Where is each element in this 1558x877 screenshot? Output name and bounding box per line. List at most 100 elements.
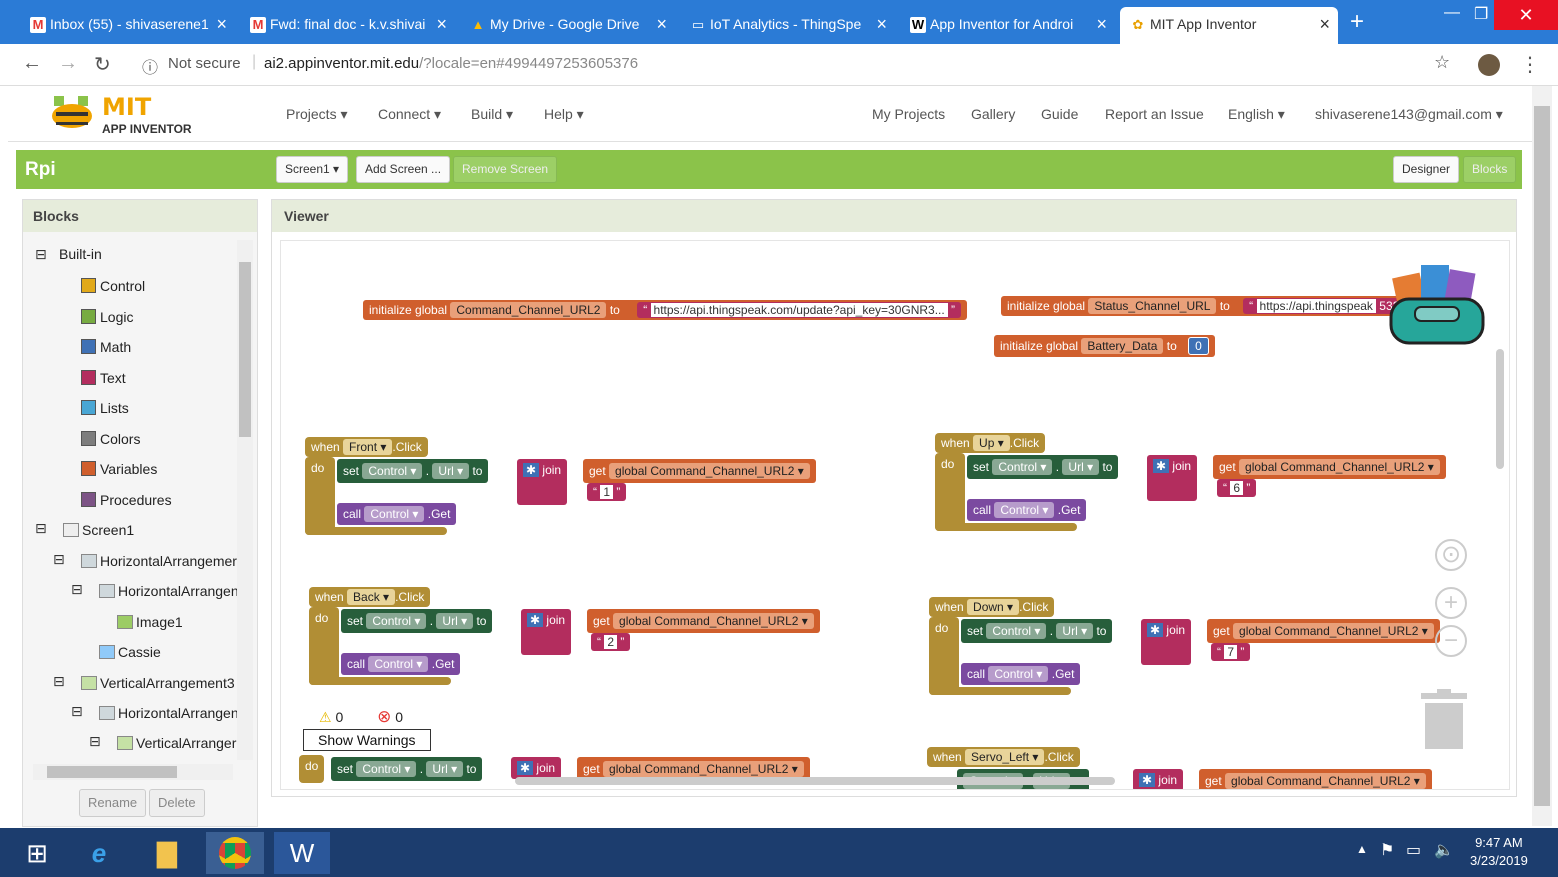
call-get-block[interactable]: call Control ▾ .Get xyxy=(967,499,1087,521)
set-url-block[interactable]: set Control ▾ . Url ▾ to xyxy=(331,757,483,781)
component-vertical3[interactable]: VerticalArrangement3 xyxy=(81,675,235,691)
my-projects-link[interactable]: My Projects xyxy=(872,106,945,122)
gear-icon[interactable]: ✱ xyxy=(1139,773,1156,787)
init-global-battery-block[interactable]: initialize global Battery_Data to 0 xyxy=(994,335,1215,357)
call-get-block[interactable]: call Control ▾ .Get xyxy=(337,503,457,525)
workspace-hscrollbar[interactable] xyxy=(515,777,1115,785)
control-dropdown[interactable]: Control ▾ xyxy=(366,613,427,629)
get-global-block[interactable]: get global Command_Channel_URL2 ▾ xyxy=(583,459,816,483)
bookmark-star-icon[interactable]: ☆ xyxy=(1434,52,1450,73)
collapse-icon[interactable]: ⊟ xyxy=(71,581,83,598)
menu-build[interactable]: Build ▾ xyxy=(471,106,513,123)
when-up-click-block[interactable]: when Up ▾ .Click do set Control ▾ . Url ▾ t… xyxy=(935,433,1446,531)
tab-fwd[interactable]: M Fwd: final doc - k.v.shivai × xyxy=(240,7,455,44)
control-dropdown[interactable]: Control ▾ xyxy=(988,666,1049,682)
category-variables[interactable]: Variables xyxy=(81,461,157,477)
reload-icon[interactable]: ↻ xyxy=(94,52,111,77)
file-explorer-icon[interactable]: ▇ xyxy=(138,832,196,874)
close-tab-icon[interactable]: × xyxy=(216,7,227,41)
component-dropdown[interactable]: Servo_Left ▾ xyxy=(965,749,1045,765)
back-icon[interactable]: ← xyxy=(22,52,42,75)
collapse-icon[interactable]: ⊟ xyxy=(53,673,65,690)
component-vertical[interactable]: VerticalArranger xyxy=(117,735,236,751)
add-screen-button[interactable]: Add Screen ... xyxy=(356,156,451,183)
control-dropdown[interactable]: Control ▾ xyxy=(356,761,417,777)
backpack-icon[interactable] xyxy=(1385,255,1489,347)
blocks-button[interactable]: Blocks xyxy=(1463,156,1517,183)
component-dropdown[interactable]: Up ▾ xyxy=(973,435,1010,451)
restore-icon[interactable]: ❐ xyxy=(1474,4,1488,24)
join-block[interactable]: ✱ join xyxy=(1133,769,1184,789)
url-dropdown[interactable]: Url ▾ xyxy=(432,463,470,479)
recenter-icon[interactable]: ⊙ xyxy=(1435,539,1467,571)
gear-icon[interactable]: ✱ xyxy=(517,761,534,775)
get-global-block[interactable]: get global Command_Channel_URL2 ▾ xyxy=(1199,769,1432,789)
account-menu[interactable]: shivaserene143@gmail.com ▾ xyxy=(1315,106,1503,123)
builtin-node[interactable]: Built-in xyxy=(59,246,102,262)
join-block[interactable]: ✱ join xyxy=(1147,455,1198,501)
component-image1[interactable]: Image1 xyxy=(117,614,183,630)
blocks-workspace[interactable]: initialize global Command_Channel_URL2 t… xyxy=(280,240,1510,790)
control-dropdown[interactable]: Control ▾ xyxy=(368,656,429,672)
category-control[interactable]: Control xyxy=(81,278,145,294)
when-servo_left-click-block[interactable]: when Servo_Left ▾.ClickControl ▾ . Url ▾… xyxy=(927,747,1432,789)
gear-icon[interactable]: ✱ xyxy=(523,463,540,477)
call-get-block[interactable]: call Control ▾ .Get xyxy=(341,653,461,675)
category-text[interactable]: Text xyxy=(81,369,126,386)
component-screen1[interactable]: Screen1 xyxy=(63,522,134,538)
set-url-block[interactable]: set Control ▾ . Url ▾ to xyxy=(967,455,1119,479)
windows-start-icon[interactable]: ⊞ xyxy=(8,832,66,874)
collapse-icon[interactable]: ⊟ xyxy=(35,520,47,537)
tree-scrollbar[interactable] xyxy=(237,240,253,760)
close-tab-icon[interactable]: × xyxy=(656,7,667,41)
component-horizontal1[interactable]: HorizontalArrangemer xyxy=(81,553,237,569)
collapse-icon[interactable]: ⊟ xyxy=(35,246,47,263)
tab-appinventor[interactable]: ✿ MIT App Inventor × xyxy=(1120,7,1338,44)
menu-projects[interactable]: Projects ▾ xyxy=(286,106,348,123)
zoom-in-icon[interactable]: + xyxy=(1435,587,1467,619)
variable-dropdown[interactable]: global Command_Channel_URL2 ▾ xyxy=(603,761,804,777)
gear-icon[interactable]: ✱ xyxy=(1147,623,1164,637)
language-menu[interactable]: English ▾ xyxy=(1228,106,1285,123)
variable-dropdown[interactable]: global Command_Channel_URL2 ▾ xyxy=(1233,623,1434,639)
report-issue-link[interactable]: Report an Issue xyxy=(1105,106,1204,122)
workspace-vscrollbar[interactable] xyxy=(1496,349,1504,469)
info-icon[interactable]: ⓘ xyxy=(142,54,158,78)
get-global-block[interactable]: get global Command_Channel_URL2 ▾ xyxy=(1207,619,1440,643)
join-block[interactable]: ✱ join xyxy=(1141,619,1192,665)
trash-icon[interactable] xyxy=(1421,689,1467,751)
init-global-command-url-block[interactable]: initialize global Command_Channel_URL2 t… xyxy=(363,300,968,320)
delete-button[interactable]: Delete xyxy=(149,789,205,817)
component-dropdown[interactable]: Back ▾ xyxy=(347,589,396,605)
category-math[interactable]: Math xyxy=(81,339,131,355)
component-cassie[interactable]: Cassie xyxy=(99,644,161,660)
url-dropdown[interactable]: Url ▾ xyxy=(426,761,464,777)
guide-link[interactable]: Guide xyxy=(1041,106,1078,122)
variable-dropdown[interactable]: global Command_Channel_URL2 ▾ xyxy=(609,463,810,479)
set-url-block[interactable]: set Control ▾ . Url ▾ to xyxy=(961,619,1113,643)
screen-select-button[interactable]: Screen1 ▾ xyxy=(276,156,349,183)
when-back-click-block[interactable]: when Back ▾ .Click do set Control ▾ . Url ▾… xyxy=(309,587,820,685)
tab-thingspeak[interactable]: ▭ IoT Analytics - ThingSpe × xyxy=(680,7,895,44)
get-global-block[interactable]: get global Command_Channel_URL2 ▾ xyxy=(1213,455,1446,479)
category-procedures[interactable]: Procedures xyxy=(81,491,172,508)
collapse-icon[interactable]: ⊟ xyxy=(71,703,83,720)
global-name-field[interactable]: Battery_Data xyxy=(1081,338,1164,354)
menu-help[interactable]: Help ▾ xyxy=(544,106,584,123)
number-block[interactable]: 0 xyxy=(1188,337,1209,355)
partial-event-block[interactable]: do set Control ▾ . Url ▾ to ✱ join get glob… xyxy=(299,755,810,783)
join-block[interactable]: ✱ join xyxy=(521,609,572,655)
variable-dropdown[interactable]: global Command_Channel_URL2 ▾ xyxy=(1225,773,1426,789)
component-dropdown[interactable]: Down ▾ xyxy=(967,599,1020,615)
zoom-out-icon[interactable]: − xyxy=(1435,625,1467,657)
control-dropdown[interactable]: Control ▾ xyxy=(364,506,425,522)
category-logic[interactable]: Logic xyxy=(81,308,133,325)
control-dropdown[interactable]: Control ▾ xyxy=(986,623,1047,639)
appinventor-logo[interactable]: MIT APP INVENTOR xyxy=(48,92,192,141)
system-clock[interactable]: 9:47 AM 3/23/2019 xyxy=(1470,834,1528,870)
url-dropdown[interactable]: Url ▾ xyxy=(1062,459,1100,475)
text-block[interactable]: “ 2 ” xyxy=(591,633,631,651)
tab-wikipedia[interactable]: W App Inventor for Androi × xyxy=(900,7,1115,44)
text-block[interactable]: “ 6 ” xyxy=(1217,479,1257,497)
global-name-field[interactable]: Status_Channel_URL xyxy=(1088,298,1217,314)
